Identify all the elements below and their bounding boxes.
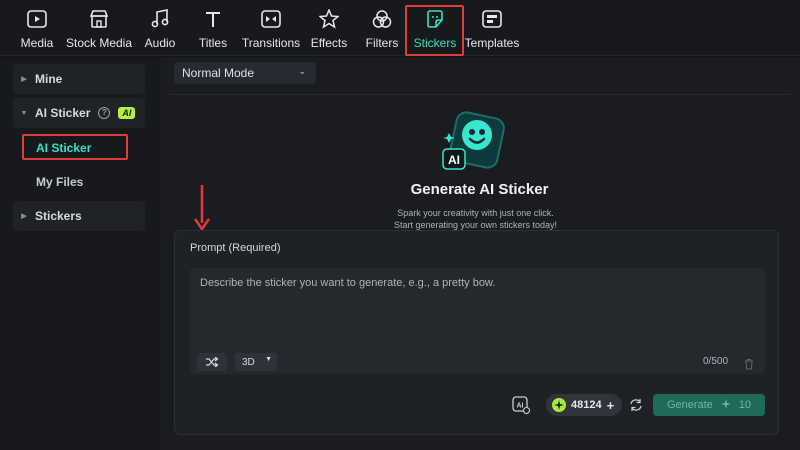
help-icon[interactable]: ? [98,107,111,119]
add-credits-button[interactable]: + [607,398,615,413]
tab-audio[interactable]: Audio [144,6,176,52]
prompt-label: Prompt (Required) [190,242,281,254]
style-select[interactable]: 3D ▼ [235,353,277,371]
shuffle-button[interactable] [197,353,227,371]
chevron-down-icon: ▼ [20,109,28,117]
stock-media-icon [88,8,110,30]
effects-icon [318,8,340,30]
highlight-stickers-tab [405,5,464,56]
sparkle-icon [720,398,731,412]
templates-icon [481,8,503,30]
refresh-icon[interactable] [629,398,643,412]
sparkle-coin-icon [552,398,566,412]
generate-cost: 10 [738,399,752,411]
tab-transitions[interactable]: Transitions [242,6,300,52]
style-select-value: 3D [242,356,255,368]
tab-label: Filters [365,36,399,50]
chevron-right-icon: ▶ [21,76,27,83]
credits-pill[interactable]: 48124 + [546,394,622,416]
sidebar-item-label: AI Sticker [35,106,91,120]
tab-label: Templates [464,36,520,50]
tab-label: Media [20,36,54,50]
sidebar-item-mine[interactable]: ▶ Mine [13,64,145,94]
prompt-textarea[interactable]: Describe the sticker you want to generat… [190,268,765,374]
shuffle-icon [206,357,219,367]
tab-label: Titles [198,36,228,50]
divider [170,94,790,95]
mode-select-value: Normal Mode [182,66,255,80]
tab-label: Transitions [241,36,301,50]
sidebar: ▶ Mine ▼ AI Sticker ? AI AI Sticker My F… [0,57,158,450]
transitions-icon [260,8,282,30]
svg-text:AI: AI [517,403,524,410]
char-counter: 0/500 [703,356,729,367]
chevron-down-icon: ▼ [265,356,272,363]
subtitle-line-2: Start generating your own stickers today… [393,220,558,230]
sidebar-item-label: Stickers [35,209,82,223]
top-toolbar: Media Stock Media Audio Titles Transitio… [0,0,800,56]
tab-label: Stock Media [65,36,133,50]
tab-media[interactable]: Media [19,6,55,52]
prompt-placeholder: Describe the sticker you want to generat… [200,277,496,289]
tab-stock-media[interactable]: Stock Media [66,6,132,52]
sidebar-subitem-my-files[interactable]: My Files [36,175,83,189]
titles-icon [202,8,224,30]
sidebar-item-stickers[interactable]: ▶ Stickers [13,201,145,231]
ai-tool-icon[interactable]: AI [512,396,531,415]
tab-label: Effects [310,36,348,50]
sidebar-item-label: Mine [35,72,63,86]
generate-button[interactable]: Generate 10 [653,394,765,416]
page-title: Generate AI Sticker [410,181,549,198]
chevron-down-icon: ⌄ [298,66,306,76]
ai-sticker-logo: AI [439,111,509,175]
logo-ai-text: AI [448,153,460,167]
chevron-right-icon: ▶ [21,213,27,220]
generate-label: Generate [666,399,713,411]
prompt-panel: Prompt (Required) Describe the sticker y… [174,230,779,435]
mode-select[interactable]: Normal Mode ⌄ [174,62,316,84]
media-icon [26,8,48,30]
subtitle-line-1: Spark your creativity with just one clic… [397,208,554,218]
tab-templates[interactable]: Templates [465,6,519,52]
music-note-icon [149,8,171,30]
annotation-arrow-down-icon [193,185,211,232]
ai-badge: AI [118,107,136,119]
filters-icon [371,8,393,30]
tab-effects[interactable]: Effects [311,6,347,52]
tab-label: Audio [144,36,176,50]
trash-icon[interactable] [744,357,754,370]
credits-count: 48124 [571,399,602,411]
highlight-ai-sticker-subitem [22,134,128,160]
tab-filters[interactable]: Filters [366,6,398,52]
sidebar-item-ai-sticker[interactable]: ▼ AI Sticker ? AI [13,98,145,128]
tab-titles[interactable]: Titles [198,6,228,52]
